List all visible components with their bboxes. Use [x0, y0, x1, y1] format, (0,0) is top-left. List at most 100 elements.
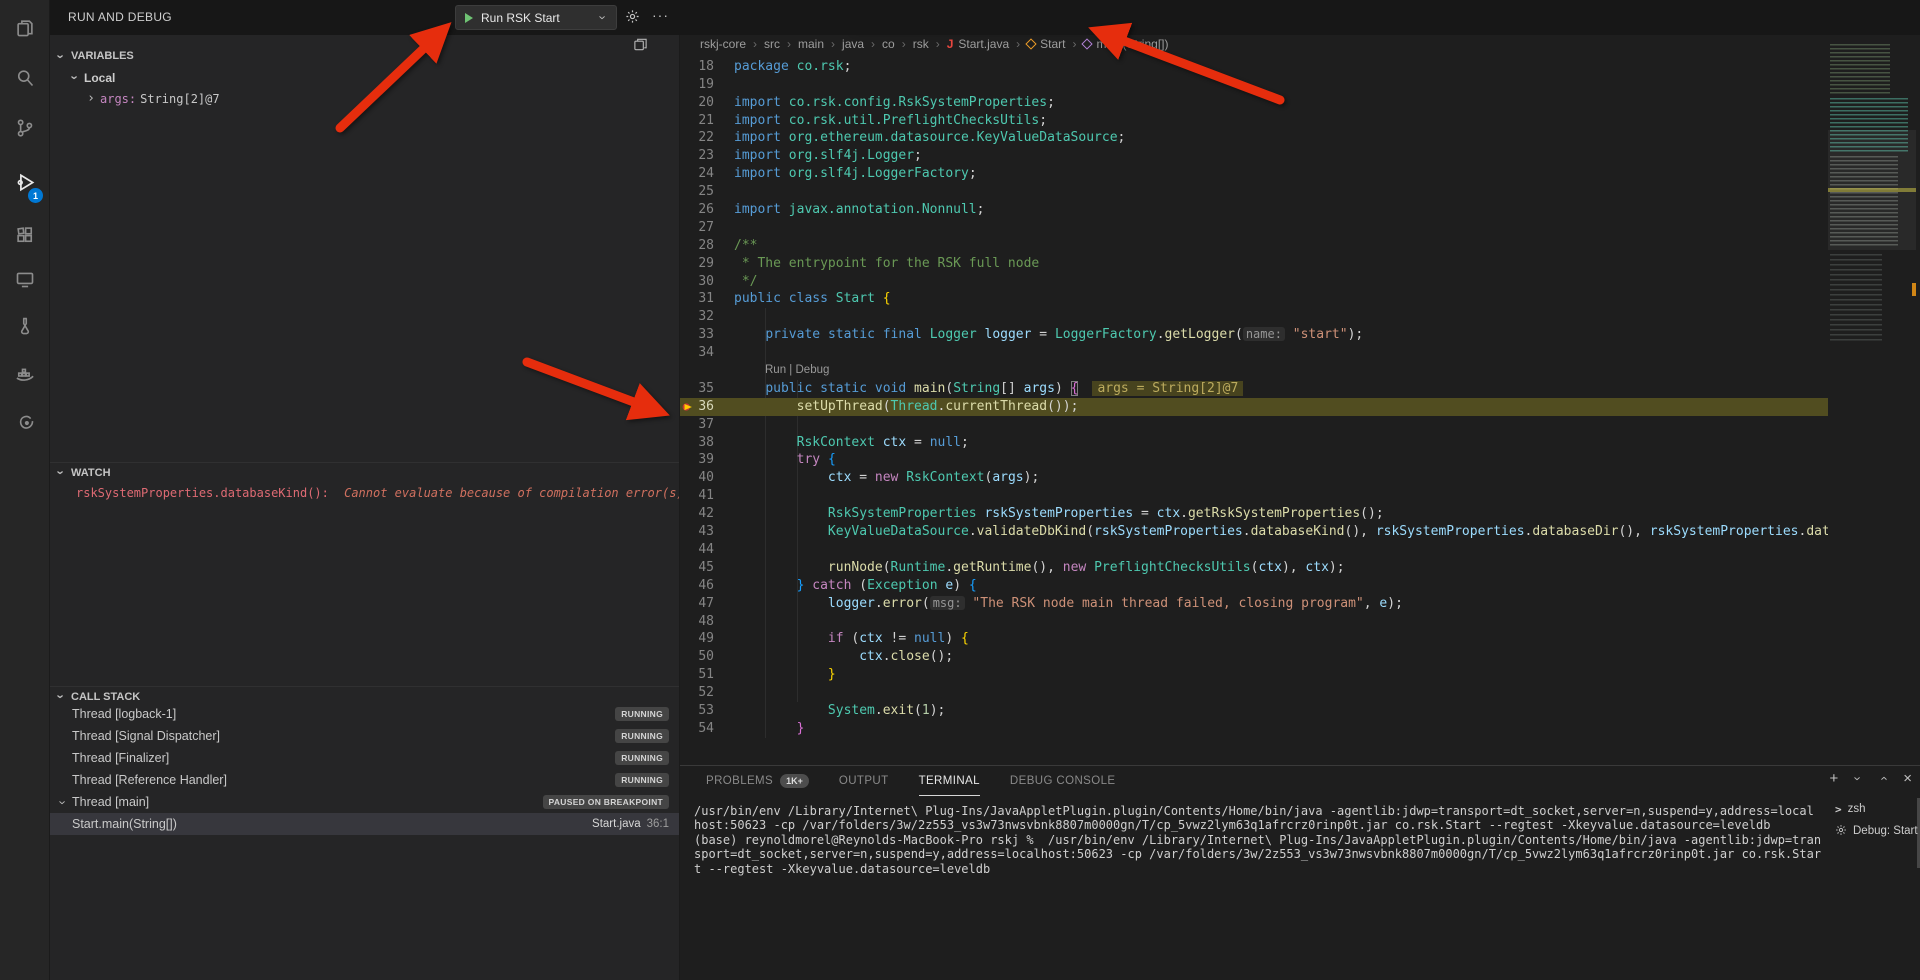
- paused-breakpoint-icon[interactable]: [681, 400, 695, 414]
- gradle-icon[interactable]: [0, 403, 50, 443]
- watch-section-header[interactable]: ›WATCH: [50, 462, 679, 482]
- breadcrumb-item-rskj-core[interactable]: rskj-core: [700, 37, 746, 51]
- maximize-panel-icon[interactable]: ›: [1876, 774, 1891, 784]
- run-config-dropdown[interactable]: Run RSK Start ›: [455, 5, 617, 30]
- code-line-18[interactable]: 18package co.rsk;: [680, 58, 1828, 76]
- code-line-25[interactable]: 25: [680, 183, 1828, 201]
- code-line-53[interactable]: 53 System.exit(1);: [680, 702, 1828, 720]
- variables-section-header[interactable]: ›VARIABLES: [50, 46, 679, 66]
- variables-scope-local[interactable]: ›Local: [70, 70, 115, 85]
- extensions-icon[interactable]: [0, 215, 50, 255]
- panel-tab-output[interactable]: OUTPUT: [839, 767, 889, 796]
- code-line-39[interactable]: 39 try {: [680, 451, 1828, 469]
- breadcrumb-item-main-string-[interactable]: main(String[]): [1083, 37, 1168, 51]
- code-text: }: [734, 666, 1828, 684]
- codelens-run-link[interactable]: Run: [765, 364, 786, 376]
- code-line-32[interactable]: 32: [680, 308, 1828, 326]
- code-line-52[interactable]: 52: [680, 684, 1828, 702]
- code-line-20[interactable]: 20import co.rsk.config.RskSystemProperti…: [680, 94, 1828, 112]
- code-line-37[interactable]: 37: [680, 416, 1828, 434]
- code-line-43[interactable]: 43 KeyValueDataSource.validateDbKind(rsk…: [680, 523, 1828, 541]
- code-line-46[interactable]: 46 } catch (Exception e) {: [680, 577, 1828, 595]
- gear-icon[interactable]: [625, 9, 640, 29]
- breadcrumb-item-rsk[interactable]: rsk: [913, 37, 929, 51]
- code-line-50[interactable]: 50 ctx.close();: [680, 648, 1828, 666]
- breadcrumb-item-co[interactable]: co: [882, 37, 895, 51]
- call-stack-thread[interactable]: Thread [Finalizer]RUNNING: [50, 747, 679, 769]
- code-line-42[interactable]: 42 RskSystemProperties rskSystemProperti…: [680, 505, 1828, 523]
- breadcrumb-item-start-java[interactable]: JStart.java: [947, 37, 1009, 51]
- panel-tab-problems[interactable]: PROBLEMS1K+: [706, 767, 809, 796]
- call-stack-thread[interactable]: ›Thread [main]PAUSED ON BREAKPOINT: [50, 791, 679, 813]
- code-line-41[interactable]: 41: [680, 487, 1828, 505]
- source-control-icon[interactable]: [0, 108, 50, 148]
- line-number: 36: [692, 398, 714, 416]
- code-line-31[interactable]: 31public class Start {: [680, 290, 1828, 308]
- chevron-down-icon[interactable]: ›: [56, 797, 71, 807]
- code-text: [734, 541, 1828, 559]
- terminal-tab-debug-start[interactable]: Debug: Start: [1835, 820, 1915, 842]
- terminal-dropdown-icon[interactable]: ›: [1851, 774, 1866, 784]
- code-line-30[interactable]: 30 */: [680, 273, 1828, 291]
- terminal-tab-zsh[interactable]: >zsh: [1835, 798, 1915, 820]
- docker-icon[interactable]: [0, 355, 50, 395]
- code-editor[interactable]: 17 */18package co.rsk;1920import co.rsk.…: [680, 53, 1828, 755]
- remote-explorer-icon[interactable]: [0, 259, 50, 299]
- code-line-36[interactable]: 36 setUpThread(Thread.currentThread());: [680, 398, 1828, 416]
- breadcrumb-item-start[interactable]: Start: [1027, 37, 1065, 51]
- code-line-54[interactable]: 54 }: [680, 720, 1828, 738]
- class-symbol-icon: [1025, 38, 1036, 49]
- search-icon[interactable]: [0, 58, 50, 98]
- more-actions-icon[interactable]: ···: [652, 7, 669, 23]
- codelens-debug-link[interactable]: Debug: [796, 364, 830, 376]
- code-line-28[interactable]: 28/**: [680, 237, 1828, 255]
- new-terminal-icon[interactable]: +: [1829, 770, 1838, 787]
- code-line-34[interactable]: 34: [680, 344, 1828, 362]
- code-line-19[interactable]: 19: [680, 76, 1828, 94]
- code-line-38[interactable]: 38 RskContext ctx = null;: [680, 434, 1828, 452]
- panel-tab-label: TERMINAL: [919, 775, 980, 787]
- code-text: [734, 416, 1828, 434]
- minimap-slider[interactable]: [1828, 130, 1916, 250]
- code-line-51[interactable]: 51 }: [680, 666, 1828, 684]
- code-line-45[interactable]: 45 runNode(Runtime.getRuntime(), new Pre…: [680, 559, 1828, 577]
- explorer-icon[interactable]: [0, 8, 50, 48]
- breadcrumb-item-src[interactable]: src: [764, 37, 780, 51]
- call-stack-thread[interactable]: Thread [Signal Dispatcher]RUNNING: [50, 725, 679, 747]
- line-number: 54: [692, 720, 714, 738]
- testing-icon[interactable]: [0, 306, 50, 346]
- code-line-48[interactable]: 48: [680, 613, 1828, 631]
- codelens-row[interactable]: Run | Debug: [680, 362, 1828, 380]
- minimap[interactable]: [1828, 42, 1916, 512]
- run-and-debug-icon[interactable]: 1: [0, 162, 50, 202]
- call-stack-thread[interactable]: Thread [Reference Handler]RUNNING: [50, 769, 679, 791]
- code-line-33[interactable]: 33 private static final Logger logger = …: [680, 326, 1828, 344]
- code-line-24[interactable]: 24import org.slf4j.LoggerFactory;: [680, 165, 1828, 183]
- code-line-40[interactable]: 40 ctx = new RskContext(args);: [680, 469, 1828, 487]
- panel-tab-debug-console[interactable]: DEBUG CONSOLE: [1010, 767, 1116, 796]
- code-text: import co.rsk.config.RskSystemProperties…: [734, 94, 1828, 112]
- close-panel-icon[interactable]: ×: [1903, 770, 1912, 787]
- variable-args[interactable]: › args: String[2]@7: [86, 91, 220, 106]
- code-line-26[interactable]: 26import javax.annotation.Nonnull;: [680, 201, 1828, 219]
- breadcrumb-item-java[interactable]: java: [842, 37, 864, 51]
- code-line-21[interactable]: 21import co.rsk.util.PreflightChecksUtil…: [680, 112, 1828, 130]
- breadcrumb-item-main[interactable]: main: [798, 37, 824, 51]
- line-number: 38: [692, 434, 714, 452]
- code-line-23[interactable]: 23import org.slf4j.Logger;: [680, 147, 1828, 165]
- code-line-49[interactable]: 49 if (ctx != null) {: [680, 630, 1828, 648]
- stack-frame[interactable]: Start.main(String[])Start.java36:1: [50, 813, 679, 835]
- code-line-29[interactable]: 29 * The entrypoint for the RSK full nod…: [680, 255, 1828, 273]
- code-line-35[interactable]: 35 public static void main(String[] args…: [680, 380, 1828, 398]
- code-line-44[interactable]: 44: [680, 541, 1828, 559]
- line-number: 43: [692, 523, 714, 541]
- code-line-27[interactable]: 27: [680, 219, 1828, 237]
- call-stack-thread[interactable]: Thread [logback-1]RUNNING: [50, 703, 679, 725]
- watch-expression-row[interactable]: rskSystemProperties.databaseKind(): Cann…: [50, 486, 679, 500]
- panel-tab-terminal[interactable]: TERMINAL: [919, 767, 980, 796]
- frame-position: 36:1: [647, 818, 669, 830]
- code-line-47[interactable]: 47 logger.error(msg: "The RSK node main …: [680, 595, 1828, 613]
- code-line-22[interactable]: 22import org.ethereum.datasource.KeyValu…: [680, 129, 1828, 147]
- terminal-output[interactable]: /usr/bin/env /Library/Internet\ Plug-Ins…: [694, 804, 1824, 876]
- chevron-down-icon[interactable]: ›: [590, 10, 616, 25]
